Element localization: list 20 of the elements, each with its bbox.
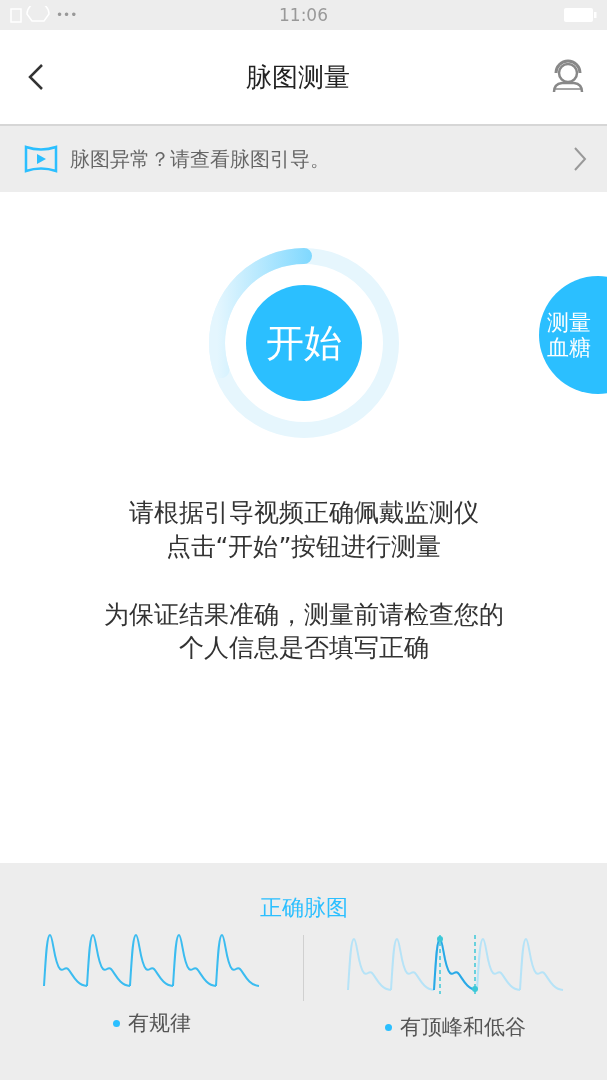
instruction-text: 点击“开始”按钮进行测量	[164, 530, 443, 563]
banner-text: 脉图异常？请查看脉图引导。	[70, 145, 331, 173]
back-icon[interactable]	[28, 63, 44, 91]
example-label: 有顶峰和低谷	[400, 1014, 526, 1041]
more-dots: •••	[56, 8, 78, 22]
start-button[interactable]: 开始	[245, 285, 362, 401]
blood-sugar-button[interactable]: 测量血糖	[539, 276, 607, 394]
status-time: 11:06	[279, 5, 328, 25]
page-title: 脉图测量	[245, 60, 350, 94]
bullet-dot	[385, 1023, 392, 1031]
support-agent-icon[interactable]	[551, 59, 585, 95]
chevron-right-icon	[573, 146, 587, 172]
instruction-text: 个人信息是否填写正确	[177, 632, 430, 665]
bullet-dot	[112, 1019, 120, 1027]
example-label: 有规律	[127, 1010, 191, 1037]
video-icon	[24, 143, 58, 175]
guide-title: 正确脉图	[259, 894, 348, 922]
guide-banner[interactable]: 脉图异常？请查看脉图引导。	[0, 126, 607, 192]
instruction-text: 为保证结果准确，测量前请检查您的	[103, 598, 504, 631]
instruction-text: 请根据引导视频正确佩戴监测仪	[127, 497, 480, 529]
